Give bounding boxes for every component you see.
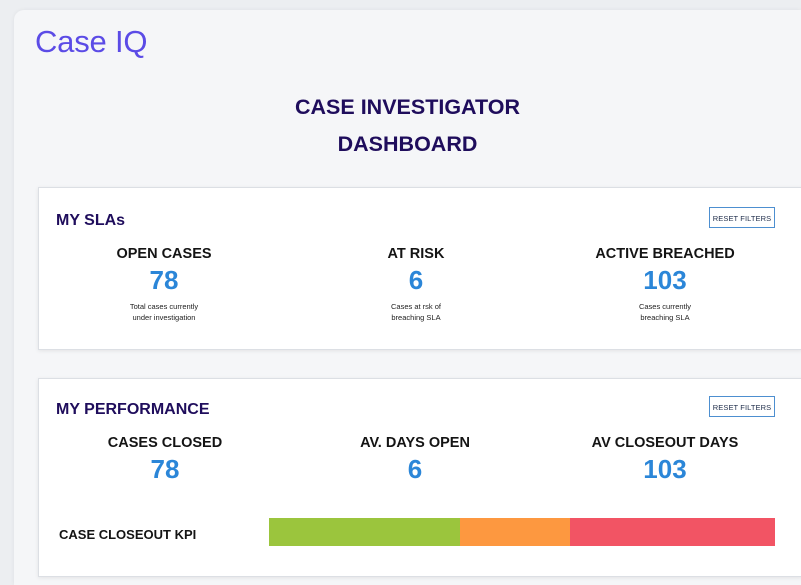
page-title-line-1: CASE INVESTIGATOR: [295, 95, 520, 119]
page-title-line-2: DASHBOARD: [337, 132, 478, 156]
stat-description: Cases at rsk of breaching SLA: [361, 301, 471, 323]
cases-closed-stat: CASES CLOSED 78: [45, 435, 285, 485]
av-closeout-days-stat: AV CLOSEOUT DAYS 103: [545, 435, 785, 485]
stat-value: 103: [643, 265, 687, 295]
case-closeout-kpi-label: CASE CLOSEOUT KPI: [59, 527, 197, 542]
stat-description-line: under investigation: [132, 313, 196, 322]
at-risk-stat: AT RISK 6 Cases at rsk of breaching SLA: [296, 246, 536, 323]
case-closeout-kpi-bar: [269, 518, 775, 546]
stat-description-line: Cases at rsk of: [390, 302, 442, 311]
stat-description-line: breaching SLA: [640, 313, 690, 322]
stat-label: OPEN CASES: [116, 246, 212, 262]
stat-description-line: Total cases currently: [129, 302, 199, 311]
stat-description-line: Cases currently: [638, 302, 692, 311]
performance-card: MY PERFORMANCE RESET FILTERS CASES CLOSE…: [38, 378, 801, 577]
stat-value: 6: [408, 265, 424, 295]
stat-value: 78: [150, 454, 180, 484]
kpi-segment-warning: [460, 518, 570, 546]
dashboard-panel: Case IQ CASE INVESTIGATOR DASHBOARD MY S…: [14, 10, 801, 585]
stat-label: AV. DAYS OPEN: [360, 435, 470, 451]
stat-label: AV CLOSEOUT DAYS: [591, 435, 739, 451]
kpi-segment-critical: [569, 518, 775, 546]
stat-label: ACTIVE BREACHED: [595, 246, 735, 262]
performance-reset-filters-button[interactable]: RESET FILTERS: [709, 396, 775, 417]
case-iq-logo[interactable]: Case IQ: [35, 24, 148, 60]
stat-description: Total cases currently under investigatio…: [109, 301, 219, 323]
av-days-open-stat: AV. DAYS OPEN 6: [295, 435, 535, 485]
stat-value: 78: [149, 265, 179, 295]
open-cases-stat: OPEN CASES 78 Total cases currently unde…: [44, 246, 284, 323]
stat-description: Cases currently breaching SLA: [610, 301, 720, 323]
kpi-segment-good: [269, 518, 461, 546]
performance-card-title: MY PERFORMANCE: [56, 401, 210, 418]
stat-value: 103: [643, 454, 687, 484]
sla-card-title: MY SLAs: [56, 212, 126, 229]
stat-description-line: breaching SLA: [391, 313, 441, 322]
active-breached-stat: ACTIVE BREACHED 103 Cases currently brea…: [545, 246, 785, 323]
stat-value: 6: [407, 454, 423, 484]
stat-label: AT RISK: [387, 246, 445, 262]
stat-label: CASES CLOSED: [107, 435, 223, 451]
sla-card: MY SLAs RESET FILTERS OPEN CASES 78 Tota…: [38, 187, 801, 350]
page-title: CASE INVESTIGATOR DASHBOARD: [14, 89, 801, 163]
sla-reset-filters-button[interactable]: RESET FILTERS: [709, 207, 775, 228]
